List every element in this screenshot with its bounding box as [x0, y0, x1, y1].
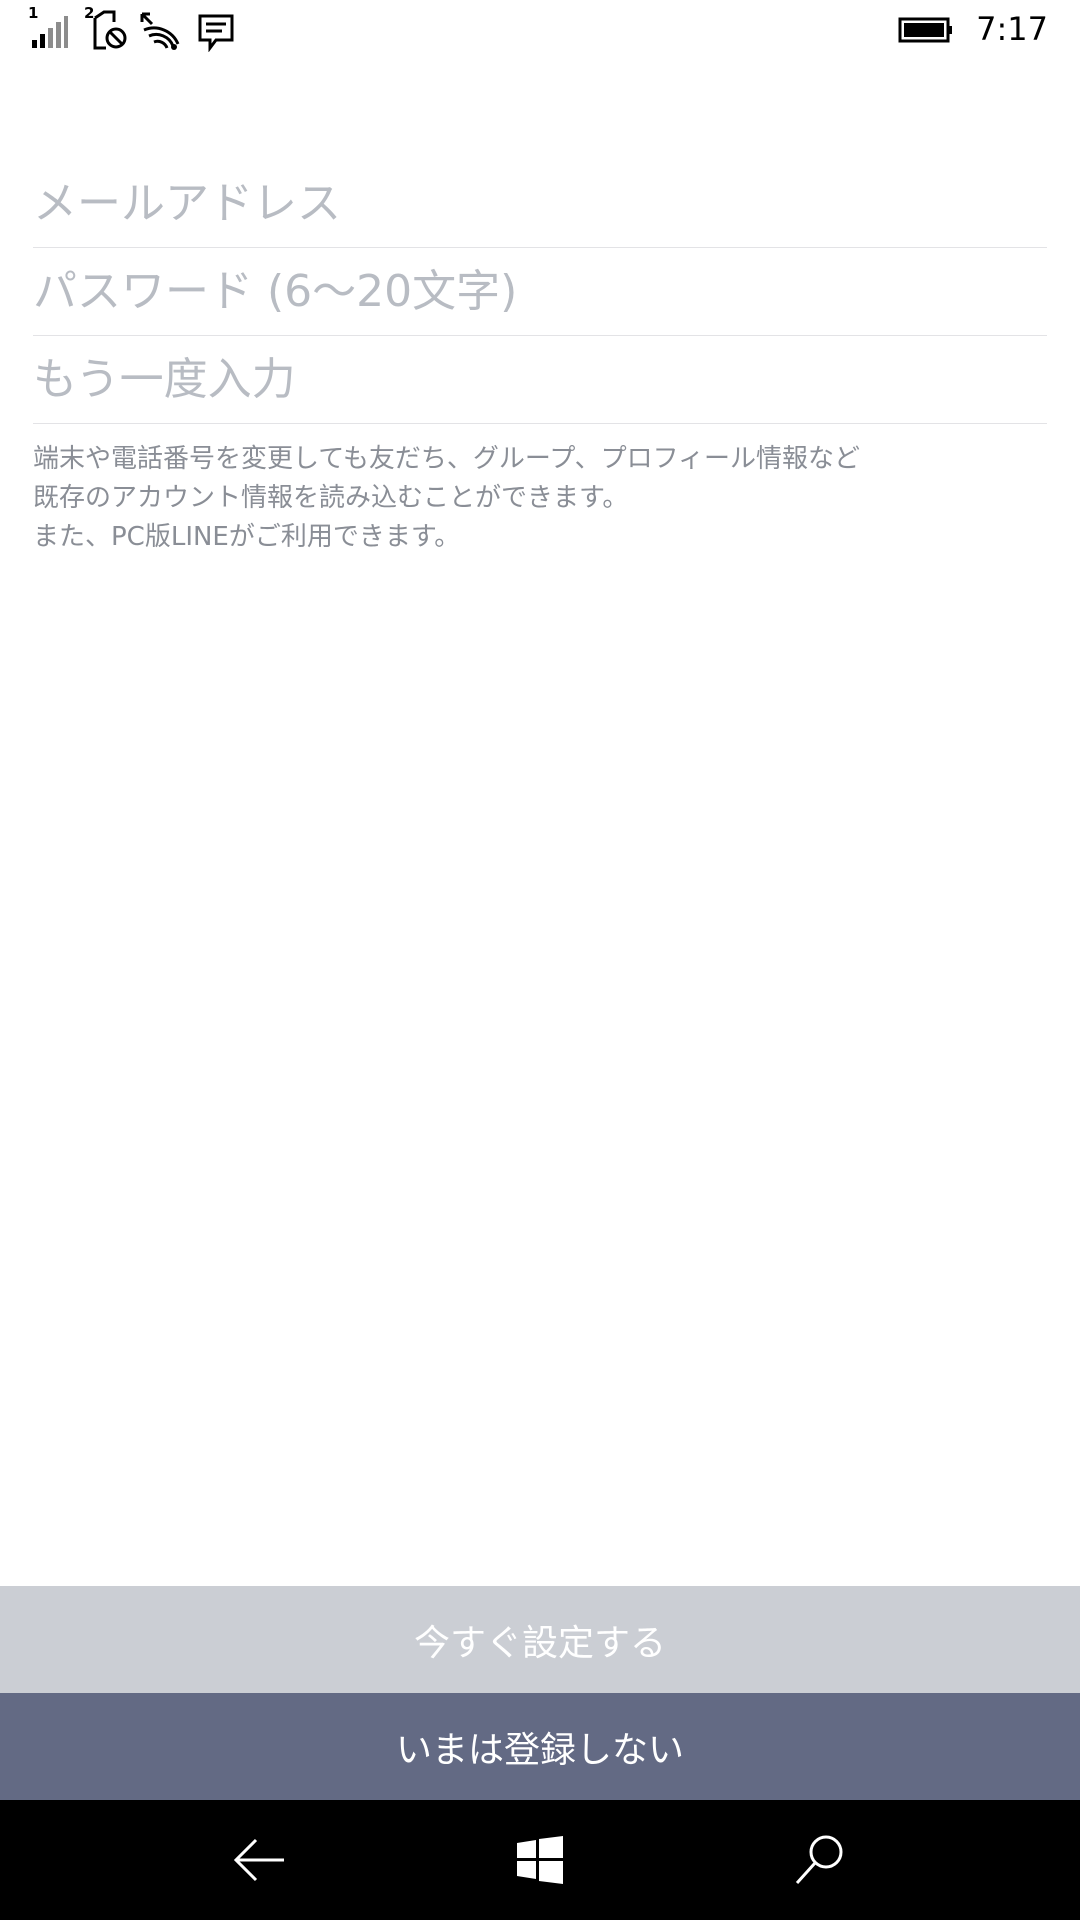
setup-now-button[interactable]: 今すぐ設定する [0, 1586, 1080, 1693]
email-field-row [33, 160, 1047, 248]
account-form [33, 160, 1047, 424]
start-button[interactable] [500, 1820, 580, 1900]
notice-line-2: 既存のアカウント情報を読み込むことができます。 [33, 483, 629, 513]
status-time: 7:17 [976, 10, 1048, 48]
windows-start-icon [517, 1836, 563, 1884]
password-field-row [33, 248, 1047, 336]
registration-screen: 1 2 7:17 メールアドレス 端末や電話番号を変更しても友だち、グループ、プ… [0, 0, 1080, 1920]
email-input[interactable] [33, 178, 1047, 229]
back-arrow-icon [233, 1838, 284, 1882]
system-nav-bar [0, 1800, 1080, 1920]
notice-line-3: また、PC版LINEがご利用できます。 [33, 522, 461, 552]
search-icon [795, 1835, 843, 1885]
account-info-notice: 端末や電話番号を変更しても友だち、グループ、プロフィール情報など 既存のアカウン… [33, 440, 1047, 557]
status-bar: 1 2 7:17 [0, 0, 1080, 62]
battery-icon [898, 17, 952, 43]
sim2-no-signal-icon [93, 10, 127, 50]
signal-bars-icon [32, 16, 68, 48]
back-button[interactable] [220, 1820, 300, 1900]
wifi-icon [140, 12, 180, 50]
skip-registration-button[interactable]: いまは登録しない [0, 1693, 1080, 1800]
message-notification-icon [198, 14, 234, 52]
notice-line-1: 端末や電話番号を変更しても友だち、グループ、プロフィール情報など [33, 444, 861, 474]
search-button[interactable] [780, 1820, 860, 1900]
password-confirm-field-row [33, 336, 1047, 424]
password-input[interactable] [33, 266, 1047, 317]
password-confirm-input[interactable] [33, 354, 1047, 405]
